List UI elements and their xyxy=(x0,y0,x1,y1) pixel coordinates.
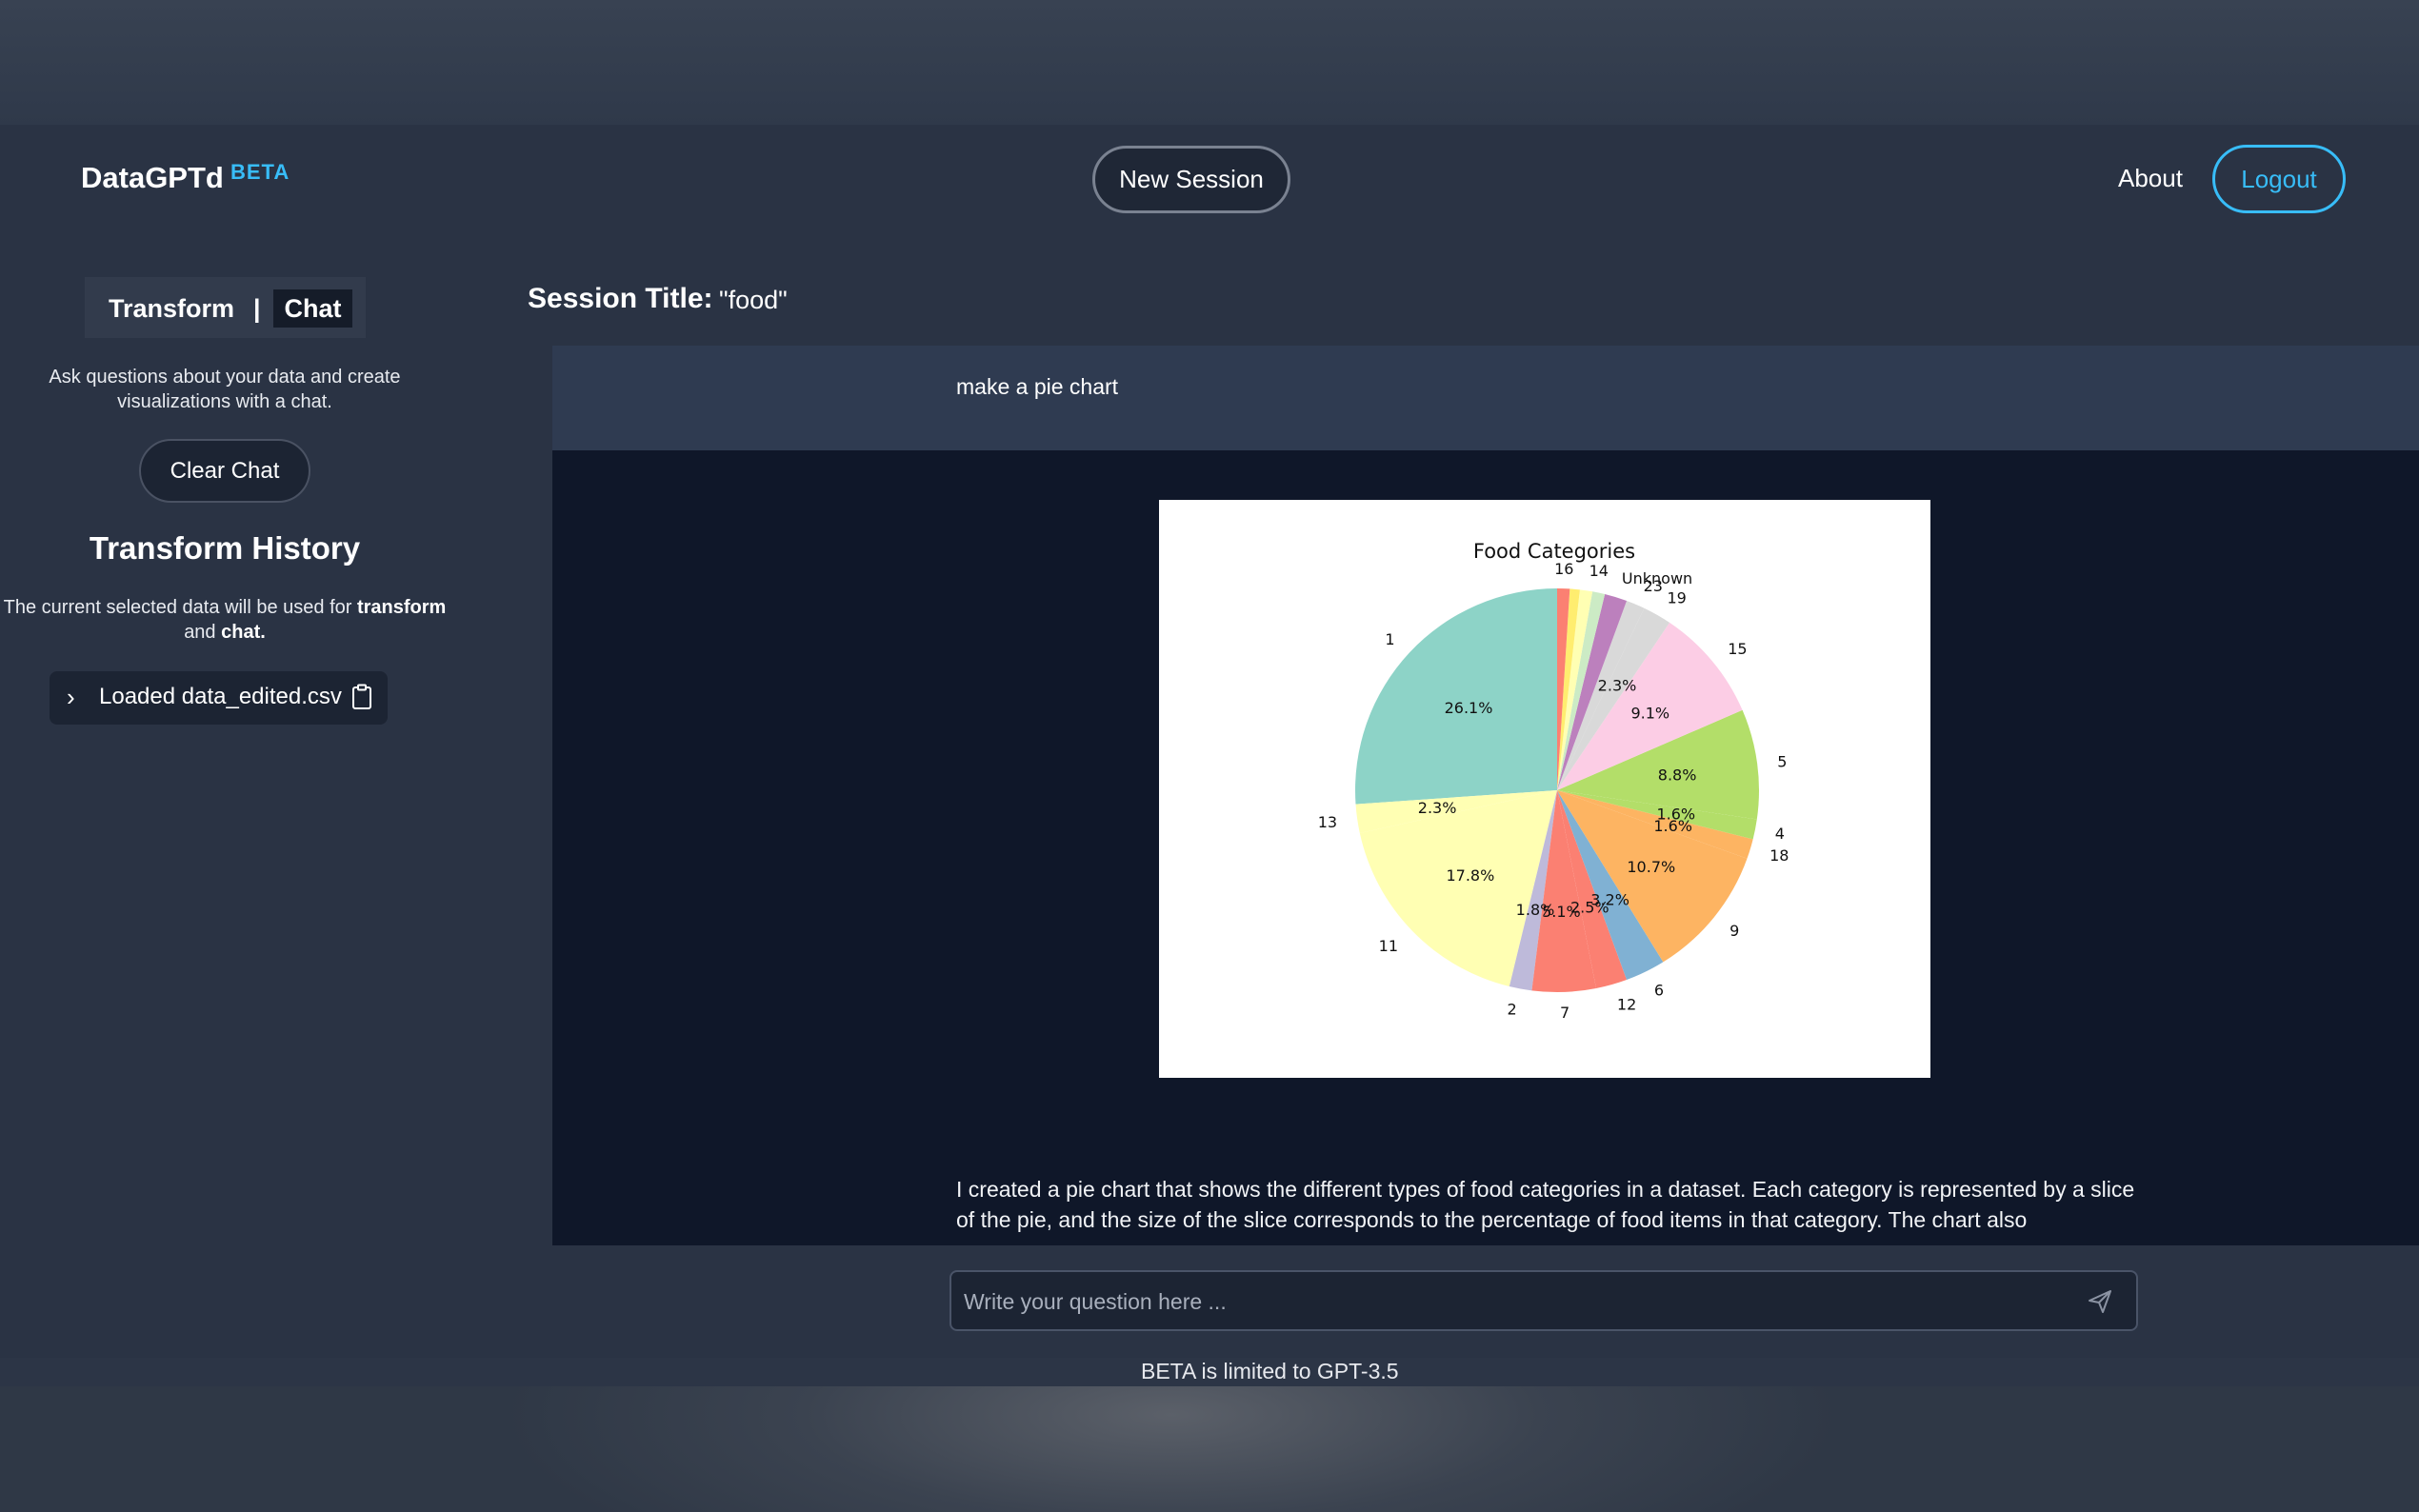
slice-category-label: 12 xyxy=(1617,996,1636,1014)
logout-button[interactable]: Logout xyxy=(2212,145,2346,213)
chart-image: Food Categories 1 26.1% 13 2.3% 11 17.8% 2 1.8%… xyxy=(1159,500,1930,1078)
tab-transform[interactable]: Transform xyxy=(109,294,234,324)
beta-badge: BETA xyxy=(230,160,290,184)
footer-note: BETA is limited to GPT-3.5 xyxy=(1141,1359,1399,1383)
slice-category-label: 19 xyxy=(1668,588,1687,607)
slice-category-label: 4 xyxy=(1775,825,1785,843)
slice-percent-label: 1.6% xyxy=(1656,806,1695,824)
transform-history-description: The current selected data will be used f… xyxy=(0,595,450,645)
session-title-value[interactable]: "food" xyxy=(719,286,788,315)
slice-category-label: 6 xyxy=(1654,982,1664,1000)
clipboard-icon[interactable] xyxy=(351,684,372,710)
history-desc-prefix: The current selected data will be used f… xyxy=(3,597,357,618)
slice-percent-label: 2.3% xyxy=(1598,677,1637,695)
clear-chat-button[interactable]: Clear Chat xyxy=(139,439,310,503)
user-message: make a pie chart xyxy=(552,346,2419,450)
history-desc-and: and xyxy=(184,622,222,643)
slice-percent-label: 10.7% xyxy=(1627,858,1675,876)
slice-category-label: 18 xyxy=(1769,846,1789,865)
slice-percent-label: 9.1% xyxy=(1630,705,1669,723)
desktop-background-top xyxy=(0,0,2419,125)
slice-category-label: 9 xyxy=(1729,922,1739,940)
user-message-text: make a pie chart xyxy=(956,374,1119,399)
slice-category-label: Unknown xyxy=(1622,569,1692,587)
chat-area: make a pie chart Food Categories 1 26.1% 1… xyxy=(552,346,2419,1245)
assistant-message: I created a pie chart that shows the dif… xyxy=(956,1177,2135,1232)
slice-percent-label: 17.8% xyxy=(1446,866,1494,885)
slice-percent-label: 26.1% xyxy=(1445,699,1493,717)
session-title-label: Session Title: xyxy=(528,283,713,314)
slice-category-label: 11 xyxy=(1379,937,1398,955)
history-desc-transform: transform xyxy=(356,597,447,618)
question-input[interactable] xyxy=(962,1276,2070,1327)
slice-category-label: 7 xyxy=(1560,1004,1569,1022)
slice-percent-label: 8.8% xyxy=(1658,766,1697,784)
about-link[interactable]: About xyxy=(2118,164,2183,193)
desktop-background-bottom xyxy=(0,1386,2419,1512)
transform-history-title: Transform History xyxy=(89,530,361,566)
mode-separator: | xyxy=(253,294,261,323)
new-session-button[interactable]: New Session xyxy=(1092,146,1290,213)
slice-category-label: 13 xyxy=(1318,813,1337,831)
slice-category-label: 5 xyxy=(1777,752,1787,770)
slice-category-label: 1 xyxy=(1385,630,1394,648)
brand-name: DataGPTd xyxy=(81,161,224,194)
mode-description: Ask questions about your data and create… xyxy=(49,367,401,412)
pie-chart: Food Categories 126.1%132.3%1117.8%21.8%… xyxy=(1318,540,1789,1022)
slice-percent-label: 2.3% xyxy=(1418,799,1457,817)
send-icon[interactable] xyxy=(2088,1289,2112,1314)
slice-category-label: 16 xyxy=(1554,560,1573,578)
chevron-right-icon[interactable]: › xyxy=(67,683,75,712)
tab-chat[interactable]: Chat xyxy=(273,289,352,328)
slice-category-label: 2 xyxy=(1508,1000,1517,1018)
history-desc-chat: chat. xyxy=(221,622,266,643)
slice-category-label: 14 xyxy=(1589,562,1609,580)
pie-slice xyxy=(1355,588,1557,805)
slice-category-label: 15 xyxy=(1728,640,1747,658)
history-item-label: Loaded data_edited.csv xyxy=(99,684,342,709)
slice-percent-label: 3.2% xyxy=(1590,890,1629,908)
